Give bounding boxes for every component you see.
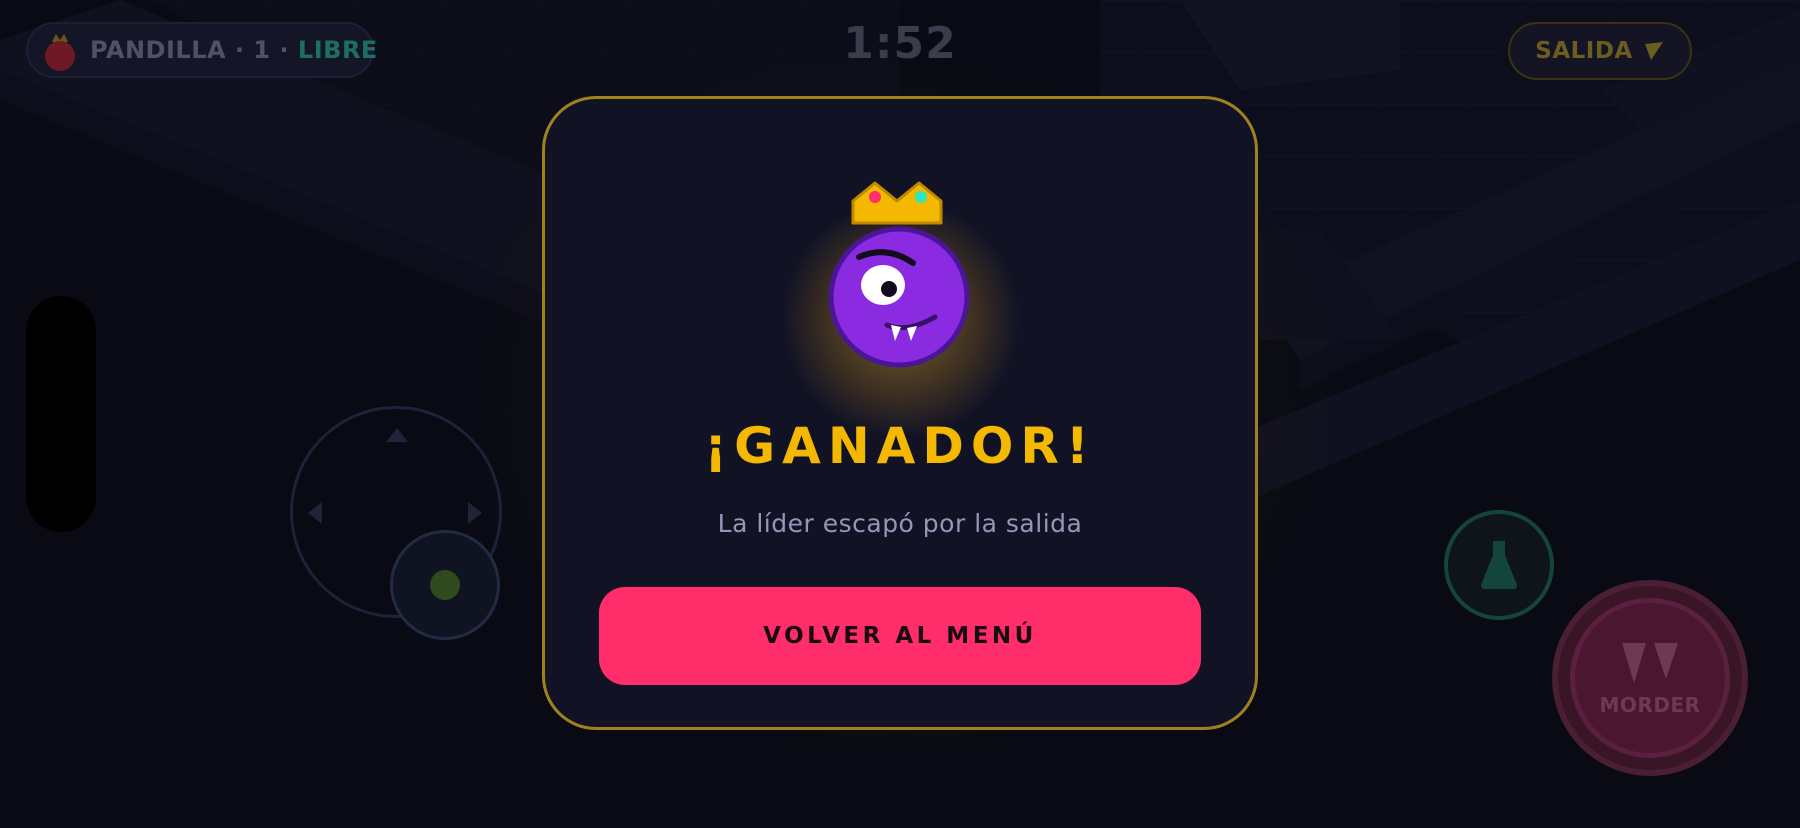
back-to-menu-button[interactable]: VOLVER AL MENÚ [599, 587, 1201, 685]
side-handle [26, 296, 96, 532]
fangs-icon [1622, 643, 1678, 683]
exit-button[interactable]: SALIDA [1508, 22, 1692, 80]
joystick-left-arrow-icon [308, 502, 322, 524]
joystick-up-arrow-icon [386, 428, 408, 442]
arrow-icon [1644, 42, 1663, 60]
flask-icon [1481, 541, 1517, 589]
winner-subtitle: La líder escapó por la salida [717, 509, 1083, 538]
exit-label: SALIDA [1535, 38, 1633, 64]
winner-title: ¡GANADOR! [704, 417, 1096, 475]
team-label: PANDILLA · 1 · LIBRE [90, 36, 378, 64]
joystick-dot [430, 570, 460, 600]
mode-label: LIBRE [297, 36, 378, 64]
winner-avatar [828, 181, 970, 368]
crown-icon [851, 181, 943, 225]
winner-dialog: ¡GANADOR! La líder escapó por la salida … [542, 96, 1258, 730]
team-status-pill: PANDILLA · 1 · LIBRE [26, 22, 377, 78]
team-avatar-icon [42, 32, 78, 71]
bite-button[interactable]: MORDER [1552, 580, 1748, 776]
back-to-menu-label: VOLVER AL MENÚ [763, 623, 1037, 649]
potion-button[interactable] [1444, 510, 1554, 620]
bite-button-inner: MORDER [1570, 598, 1730, 758]
bite-label: MORDER [1599, 693, 1701, 717]
